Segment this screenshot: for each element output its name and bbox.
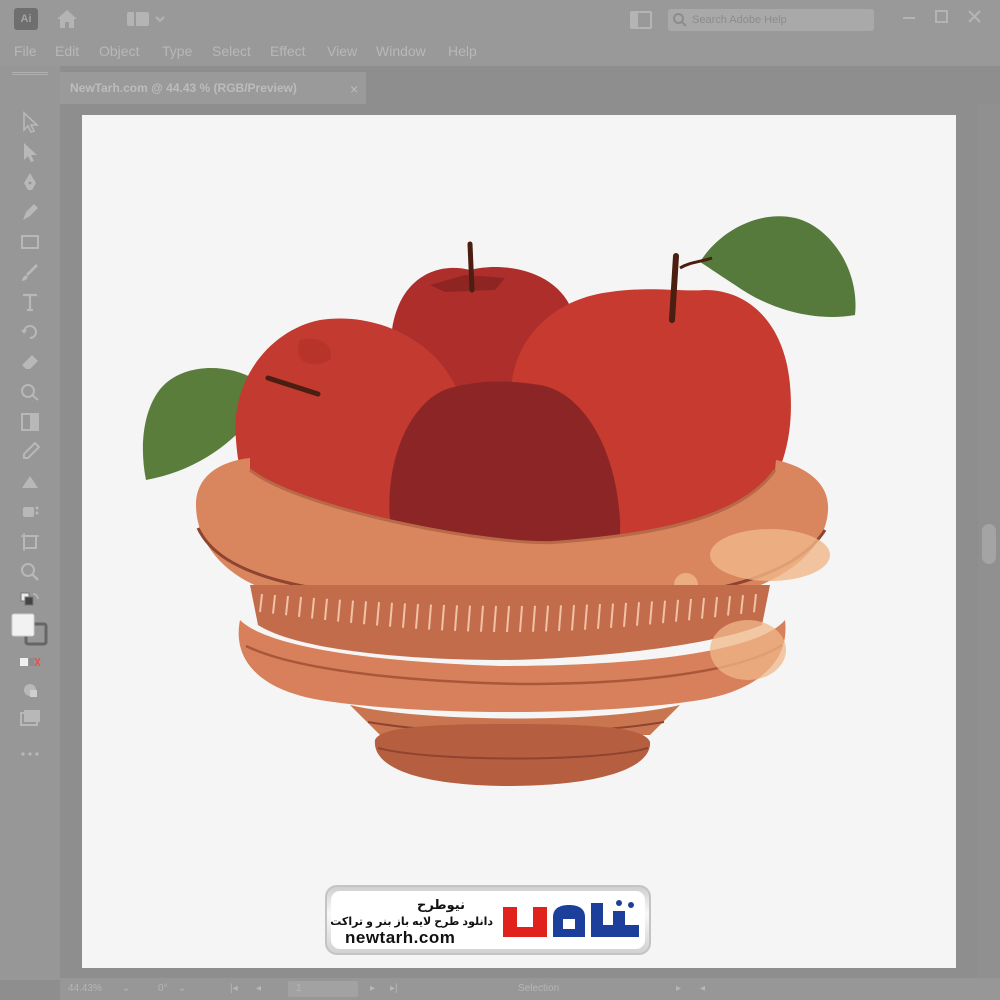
eyedropper-tool-icon[interactable]: [18, 440, 42, 464]
previous-artboard-icon[interactable]: ◂: [256, 983, 261, 994]
bowl-band: [250, 585, 770, 660]
curvature-tool-icon[interactable]: [18, 200, 42, 224]
fill-stroke-swatch-icon[interactable]: [10, 612, 50, 646]
direct-selection-tool-icon[interactable]: [18, 140, 42, 164]
menu-help[interactable]: Help: [448, 43, 477, 59]
rotation-value[interactable]: 0°: [158, 983, 168, 994]
gradient-tool-icon[interactable]: [18, 410, 42, 434]
workspace-switcher-icon[interactable]: [126, 10, 168, 28]
status-menu-icon[interactable]: ▸: [676, 983, 681, 994]
watermark-tagline: دانلود طرح لایه باز بنر و تراکت: [330, 916, 493, 928]
selection-tool-icon[interactable]: [18, 110, 42, 134]
next-artboard-icon[interactable]: ▸: [370, 983, 375, 994]
screen-mode-icon[interactable]: [18, 706, 42, 730]
illustrator-logo-icon: Ai: [14, 8, 38, 30]
menu-select[interactable]: Select: [212, 43, 251, 59]
menu-effect[interactable]: Effect: [270, 43, 306, 59]
document-tab[interactable]: NewTarh.com @ 44.43 % (RGB/Preview) ×: [60, 72, 366, 104]
menu-bar: File Edit Object Type Select Effect View…: [0, 38, 1000, 66]
default-colors-icon[interactable]: [18, 590, 42, 614]
back-apple-stem: [467, 241, 475, 293]
scrollbar-thumb[interactable]: [982, 524, 996, 564]
fruit-bowl-artwork[interactable]: [82, 115, 956, 968]
eraser-tool-icon[interactable]: [18, 350, 42, 374]
home-icon[interactable]: [54, 8, 80, 30]
panel-grip[interactable]: [12, 72, 48, 75]
menu-object[interactable]: Object: [99, 43, 139, 59]
pen-tool-icon[interactable]: [18, 170, 42, 194]
rectangle-tool-icon[interactable]: [18, 230, 42, 254]
menu-edit[interactable]: Edit: [55, 43, 79, 59]
last-artboard-icon[interactable]: ▸|: [390, 983, 398, 994]
title-bar: Ai: [0, 0, 1000, 38]
rotate-tool-icon[interactable]: [18, 320, 42, 344]
shape-builder-tool-icon[interactable]: [18, 380, 42, 404]
menu-window[interactable]: Window: [376, 43, 426, 59]
newtarh-watermark: نیوطرح دانلود طرح لایه باز بنر و تراکت n…: [325, 885, 651, 955]
menu-view[interactable]: View: [327, 43, 357, 59]
zoom-dropdown-icon[interactable]: ⌄: [122, 983, 130, 994]
watermark-url: newtarh.com: [345, 928, 456, 947]
first-artboard-icon[interactable]: |◂: [230, 983, 238, 994]
more-tools-icon[interactable]: [18, 742, 42, 766]
minimize-icon[interactable]: [896, 6, 922, 28]
paintbrush-tool-icon[interactable]: [18, 260, 42, 284]
status-bar: 44.43% ⌄ 0° ⌄ |◂ ◂ 1 ▸ ▸| Selection ▸ ◂: [60, 978, 1000, 1000]
arrange-documents-icon[interactable]: [630, 11, 652, 29]
type-tool-icon[interactable]: [18, 290, 42, 314]
bowl-lower-glare: [710, 620, 786, 680]
maximize-icon[interactable]: [928, 6, 954, 28]
close-icon[interactable]: [962, 6, 988, 28]
color-mode-icon[interactable]: [18, 650, 42, 674]
document-tab-close-icon[interactable]: ×: [350, 81, 358, 97]
artboard-tool-icon[interactable]: [18, 530, 42, 554]
rotation-dropdown-icon[interactable]: ⌄: [178, 983, 186, 994]
zoom-level[interactable]: 44.43%: [68, 983, 102, 994]
newtarh-logo-icon: [503, 900, 639, 937]
bowl-rim-glare: [710, 529, 830, 581]
artboard-number-field[interactable]: 1: [288, 981, 358, 997]
symbol-sprayer-tool-icon[interactable]: [18, 500, 42, 524]
blend-tool-icon[interactable]: [18, 470, 42, 494]
search-icon: [673, 13, 687, 27]
vertical-scrollbar[interactable]: [978, 104, 1000, 980]
search-field[interactable]: [668, 9, 874, 31]
document-tab-title: NewTarh.com @ 44.43 % (RGB/Preview): [70, 81, 297, 95]
menu-file[interactable]: File: [14, 43, 37, 59]
current-tool-name: Selection: [518, 983, 560, 994]
search-input[interactable]: [692, 12, 862, 28]
zoom-tool-icon[interactable]: [18, 560, 42, 584]
menu-type[interactable]: Type: [162, 43, 192, 59]
artboard-number: 1: [296, 983, 302, 994]
status-back-icon[interactable]: ◂: [700, 983, 705, 994]
artboard[interactable]: نیوطرح دانلود طرح لایه باز بنر و تراکت n…: [82, 115, 956, 968]
watermark-title: نیوطرح: [416, 897, 465, 912]
watermark-panel: نیوطرح دانلود طرح لایه باز بنر و تراکت n…: [330, 891, 645, 949]
right-apple-stem: [669, 253, 679, 323]
drawing-mode-icon[interactable]: [18, 678, 42, 702]
tools-panel: [0, 66, 60, 980]
document-tab-bar: NewTarh.com @ 44.43 % (RGB/Preview) ×: [60, 66, 1000, 104]
